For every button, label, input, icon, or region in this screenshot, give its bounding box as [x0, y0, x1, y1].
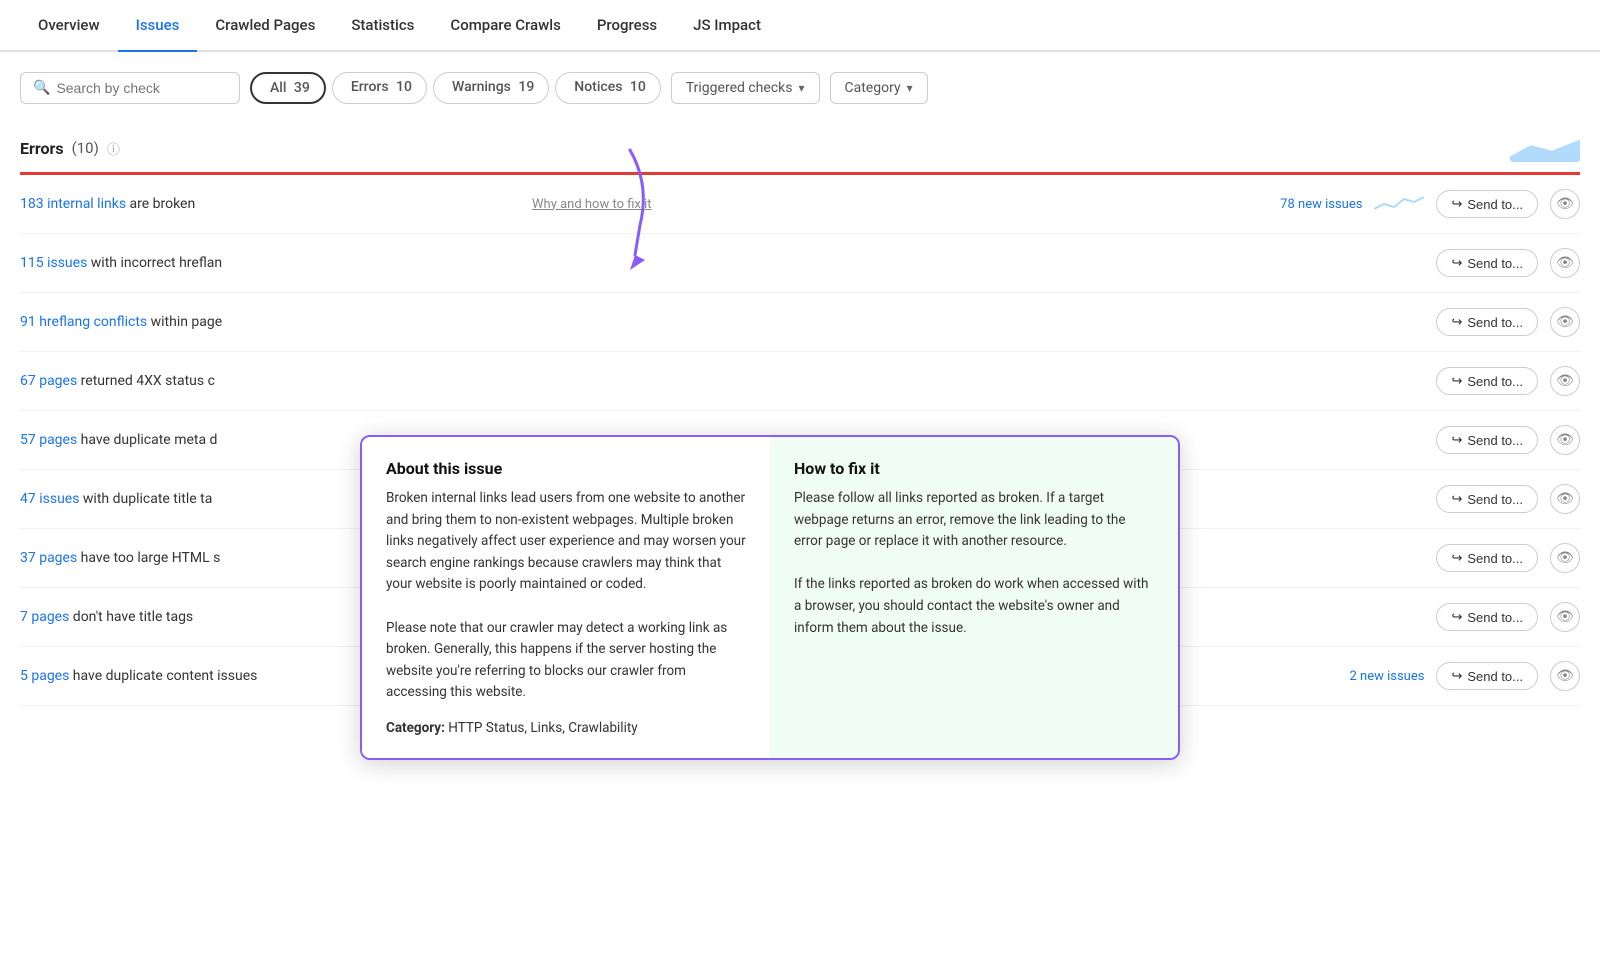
nav-issues[interactable]: Issues: [118, 0, 198, 50]
main-content: 🔍 All 39 Errors 10 Warnings 19 Notices 1…: [0, 52, 1600, 726]
nav-compare-crawls[interactable]: Compare Crawls: [432, 0, 578, 50]
issue-text-3: 67 pages returned 4XX status c: [20, 373, 520, 389]
filter-warnings[interactable]: Warnings 19: [433, 72, 549, 104]
send-button-2[interactable]: ↪ Send to...: [1436, 308, 1538, 336]
chevron-down-icon: ▾: [798, 81, 804, 95]
issue-link-0[interactable]: 183 internal links: [20, 196, 126, 212]
send-button-7[interactable]: ↪ Send to...: [1436, 603, 1538, 631]
sparkline-0: [1374, 194, 1424, 214]
fix-link-0[interactable]: Why and how to fix it: [532, 197, 652, 212]
filter-notices[interactable]: Notices 10: [555, 72, 661, 104]
eye-icon: 👁: [1556, 668, 1574, 684]
send-button-1[interactable]: ↪ Send to...: [1436, 249, 1538, 277]
send-icon: ↪: [1451, 196, 1462, 212]
search-input[interactable]: [56, 80, 227, 96]
issue-text-2: 91 hreflang conflicts within page: [20, 314, 520, 330]
search-icon: 🔍: [33, 80, 50, 96]
eye-button-7[interactable]: 👁: [1550, 602, 1580, 632]
filter-bar: 🔍 All 39 Errors 10 Warnings 19 Notices 1…: [20, 72, 1580, 104]
eye-button-2[interactable]: 👁: [1550, 307, 1580, 337]
tooltip-popup: About this issue Broken internal links l…: [360, 435, 1180, 760]
new-issues-0: 78 new issues: [1280, 197, 1362, 212]
tooltip-about-title: About this issue: [386, 459, 746, 478]
tooltip-category: Category: HTTP Status, Links, Crawlabili…: [386, 720, 746, 736]
errors-count: (10): [72, 139, 99, 157]
eye-icon: 👁: [1556, 196, 1574, 212]
category-dropdown[interactable]: Category ▾: [830, 72, 928, 104]
send-icon: ↪: [1451, 491, 1462, 507]
issue-link-7[interactable]: 7 pages: [20, 609, 69, 625]
send-button-0[interactable]: ↪ Send to...: [1436, 190, 1538, 218]
send-button-5[interactable]: ↪ Send to...: [1436, 485, 1538, 513]
issue-text-1: 115 issues with incorrect hreflan: [20, 255, 520, 271]
send-icon: ↪: [1451, 373, 1462, 389]
send-icon: ↪: [1451, 668, 1462, 684]
filter-errors[interactable]: Errors 10: [332, 72, 427, 104]
issue-link-3[interactable]: 67 pages: [20, 373, 77, 389]
send-icon: ↪: [1451, 550, 1462, 566]
issue-row-0: 183 internal links are broken Why and ho…: [20, 175, 1580, 234]
main-nav: Overview Issues Crawled Pages Statistics…: [0, 0, 1600, 52]
eye-icon: 👁: [1556, 609, 1574, 625]
eye-button-6[interactable]: 👁: [1550, 543, 1580, 573]
eye-button-4[interactable]: 👁: [1550, 425, 1580, 455]
eye-button-8[interactable]: 👁: [1550, 661, 1580, 691]
eye-icon: 👁: [1556, 373, 1574, 389]
send-button-8[interactable]: ↪ Send to...: [1436, 662, 1538, 690]
triggered-checks-dropdown[interactable]: Triggered checks ▾: [671, 72, 820, 104]
issue-text-0: 183 internal links are broken: [20, 196, 520, 212]
errors-title: Errors: [20, 139, 64, 158]
chevron-down-icon: ▾: [907, 81, 913, 95]
tooltip-fix-title: How to fix it: [794, 459, 1154, 478]
issue-link-6[interactable]: 37 pages: [20, 550, 77, 566]
eye-icon: 👁: [1556, 491, 1574, 507]
send-button-6[interactable]: ↪ Send to...: [1436, 544, 1538, 572]
nav-crawled-pages[interactable]: Crawled Pages: [197, 0, 333, 50]
filter-all[interactable]: All 39: [250, 72, 326, 104]
issue-link-1[interactable]: 115 issues: [20, 255, 87, 271]
eye-button-5[interactable]: 👁: [1550, 484, 1580, 514]
new-issues-8: 2 new issues: [1349, 669, 1424, 684]
issue-row-2: 91 hreflang conflicts within page ↪ Send…: [20, 293, 1580, 352]
tooltip-left-panel: About this issue Broken internal links l…: [362, 437, 770, 758]
eye-button-3[interactable]: 👁: [1550, 366, 1580, 396]
issue-link-5[interactable]: 47 issues: [20, 491, 79, 507]
send-icon: ↪: [1451, 255, 1462, 271]
tooltip-about-body: Broken internal links lead users from on…: [386, 488, 746, 704]
tooltip-fix-body: Please follow all links reported as brok…: [794, 488, 1154, 639]
send-icon: ↪: [1451, 609, 1462, 625]
filter-tabs: All 39 Errors 10 Warnings 19 Notices 10: [250, 72, 661, 104]
nav-overview[interactable]: Overview: [20, 0, 118, 50]
issue-row-3: 67 pages returned 4XX status c ↪ Send to…: [20, 352, 1580, 411]
issue-link-8[interactable]: 5 pages: [20, 668, 69, 684]
eye-icon: 👁: [1556, 432, 1574, 448]
nav-statistics[interactable]: Statistics: [333, 0, 432, 50]
issues-list: 183 internal links are broken Why and ho…: [20, 175, 1580, 706]
nav-progress[interactable]: Progress: [579, 0, 675, 50]
eye-icon: 👁: [1556, 550, 1574, 566]
errors-chart-thumbnail: [1510, 134, 1580, 162]
tooltip-right-panel: How to fix it Please follow all links re…: [770, 437, 1178, 758]
send-icon: ↪: [1451, 432, 1462, 448]
eye-icon: 👁: [1556, 255, 1574, 271]
send-icon: ↪: [1451, 314, 1462, 330]
eye-button-0[interactable]: 👁: [1550, 189, 1580, 219]
issue-row-1: 115 issues with incorrect hreflan ↪ Send…: [20, 234, 1580, 293]
nav-js-impact[interactable]: JS Impact: [675, 0, 779, 50]
errors-section-header: Errors (10) ⓘ: [20, 124, 1580, 175]
issue-link-4[interactable]: 57 pages: [20, 432, 77, 448]
eye-button-1[interactable]: 👁: [1550, 248, 1580, 278]
search-box[interactable]: 🔍: [20, 72, 240, 104]
send-button-3[interactable]: ↪ Send to...: [1436, 367, 1538, 395]
send-button-4[interactable]: ↪ Send to...: [1436, 426, 1538, 454]
info-icon[interactable]: ⓘ: [107, 139, 120, 158]
eye-icon: 👁: [1556, 314, 1574, 330]
issue-link-2[interactable]: 91 hreflang conflicts: [20, 314, 147, 330]
